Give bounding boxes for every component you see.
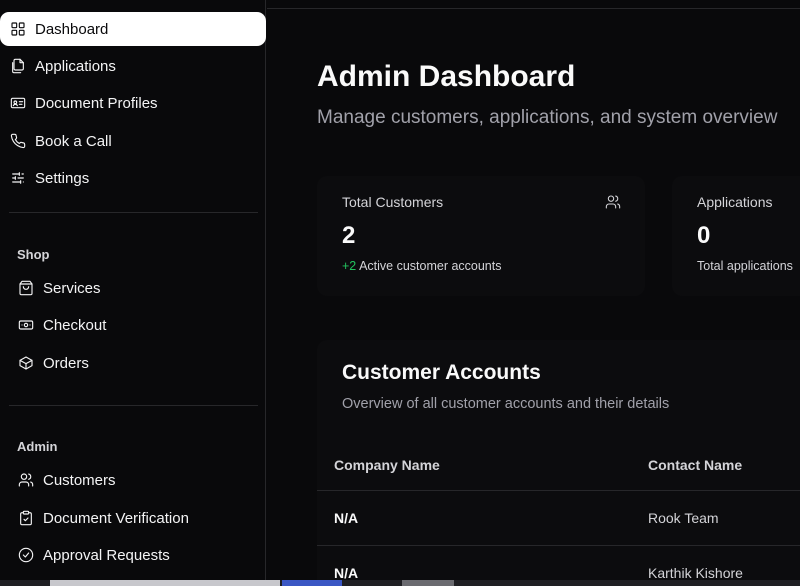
sidebar-item-document-profiles[interactable]: Document Profiles: [0, 86, 266, 120]
sidebar-item-applications[interactable]: Applications: [0, 49, 266, 83]
sidebar-item-dashboard[interactable]: Dashboard: [0, 12, 266, 46]
column-header-contact-name[interactable]: Contact Name: [648, 457, 742, 473]
sidebar-item-book-a-call[interactable]: Book a Call: [0, 124, 266, 158]
main-content: Admin Dashboard Manage customers, applic…: [267, 0, 800, 586]
stat-label: Applications: [697, 194, 773, 210]
table-cell-company: N/A: [334, 510, 359, 526]
stat-note-text: Active customer accounts: [359, 259, 502, 273]
section-label-admin: Admin: [17, 439, 58, 454]
files-icon: [9, 57, 27, 75]
page-title: Admin Dashboard: [317, 60, 576, 93]
sidebar-divider: [9, 212, 258, 213]
column-header-company-name[interactable]: Company Name: [334, 457, 440, 473]
sidebar-item-label: Document Profiles: [35, 94, 158, 112]
sidebar-item-customers[interactable]: Customers: [0, 463, 266, 497]
row-divider: [317, 490, 800, 491]
sidebar-item-label: Customers: [43, 471, 116, 489]
app-root: Dashboard Applications Document Profiles…: [0, 0, 800, 586]
stat-note-text: Total applications: [697, 259, 793, 273]
sidebar-item-checkout[interactable]: Checkout: [0, 308, 266, 342]
sidebar-item-label: Approval Requests: [43, 546, 170, 564]
sliders-icon: [9, 169, 27, 187]
stat-card-total-customers: Total Customers 2 +2 Active customer acc…: [317, 176, 645, 296]
customer-accounts-card: Customer Accounts Overview of all custom…: [317, 340, 800, 586]
sidebar-item-label: Document Verification: [43, 509, 189, 527]
sidebar-item-document-verification[interactable]: Document Verification: [0, 501, 266, 535]
stat-card-applications: Applications 0 Total applications: [672, 176, 800, 296]
header-divider: [267, 8, 800, 9]
shopping-bag-icon: [17, 279, 35, 297]
phone-icon: [9, 132, 27, 150]
sidebar-divider: [9, 405, 258, 406]
taskbar-app-icon[interactable]: [282, 580, 342, 586]
row-divider: [317, 545, 800, 546]
taskbar-search[interactable]: [50, 580, 280, 586]
sidebar-item-label: Applications: [35, 57, 116, 75]
check-circle-icon: [17, 546, 35, 564]
sidebar-item-label: Orders: [43, 354, 89, 372]
stat-value: 2: [342, 222, 356, 249]
sidebar-item-label: Checkout: [43, 316, 107, 334]
clipboard-check-icon: [17, 509, 35, 527]
card-subtitle: Overview of all customer accounts and th…: [342, 396, 670, 412]
banknote-icon: [17, 316, 35, 334]
card-title: Customer Accounts: [342, 361, 541, 384]
grid-icon: [9, 20, 27, 38]
sidebar-item-orders[interactable]: Orders: [0, 346, 266, 380]
sidebar-item-services[interactable]: Services: [0, 271, 266, 305]
sidebar-item-label: Settings: [35, 169, 90, 187]
users-icon: [17, 471, 35, 489]
page-subtitle: Manage customers, applications, and syst…: [317, 107, 778, 128]
sidebar-item-approval-requests[interactable]: Approval Requests: [0, 538, 266, 572]
sidebar-item-label: Dashboard: [35, 20, 109, 38]
stat-note: +2 Active customer accounts: [342, 259, 501, 273]
sidebar-item-label: Book a Call: [35, 132, 112, 150]
users-icon: [605, 194, 622, 211]
package-icon: [17, 354, 35, 372]
section-label-shop: Shop: [17, 247, 50, 262]
stat-delta: +2: [342, 259, 357, 273]
stat-label: Total Customers: [342, 194, 444, 210]
table-cell-company: N/A: [334, 565, 359, 581]
taskbar: [0, 580, 800, 586]
stat-value: 0: [697, 222, 711, 249]
id-card-icon: [9, 94, 27, 112]
taskbar-app-icon[interactable]: [402, 580, 454, 586]
sidebar-item-label: Services: [43, 279, 101, 297]
sidebar-item-settings[interactable]: Settings: [0, 161, 266, 195]
sidebar: Dashboard Applications Document Profiles…: [0, 0, 266, 586]
table-cell-contact: Rook Team: [648, 510, 719, 526]
table-cell-contact: Karthik Kishore: [648, 565, 743, 581]
